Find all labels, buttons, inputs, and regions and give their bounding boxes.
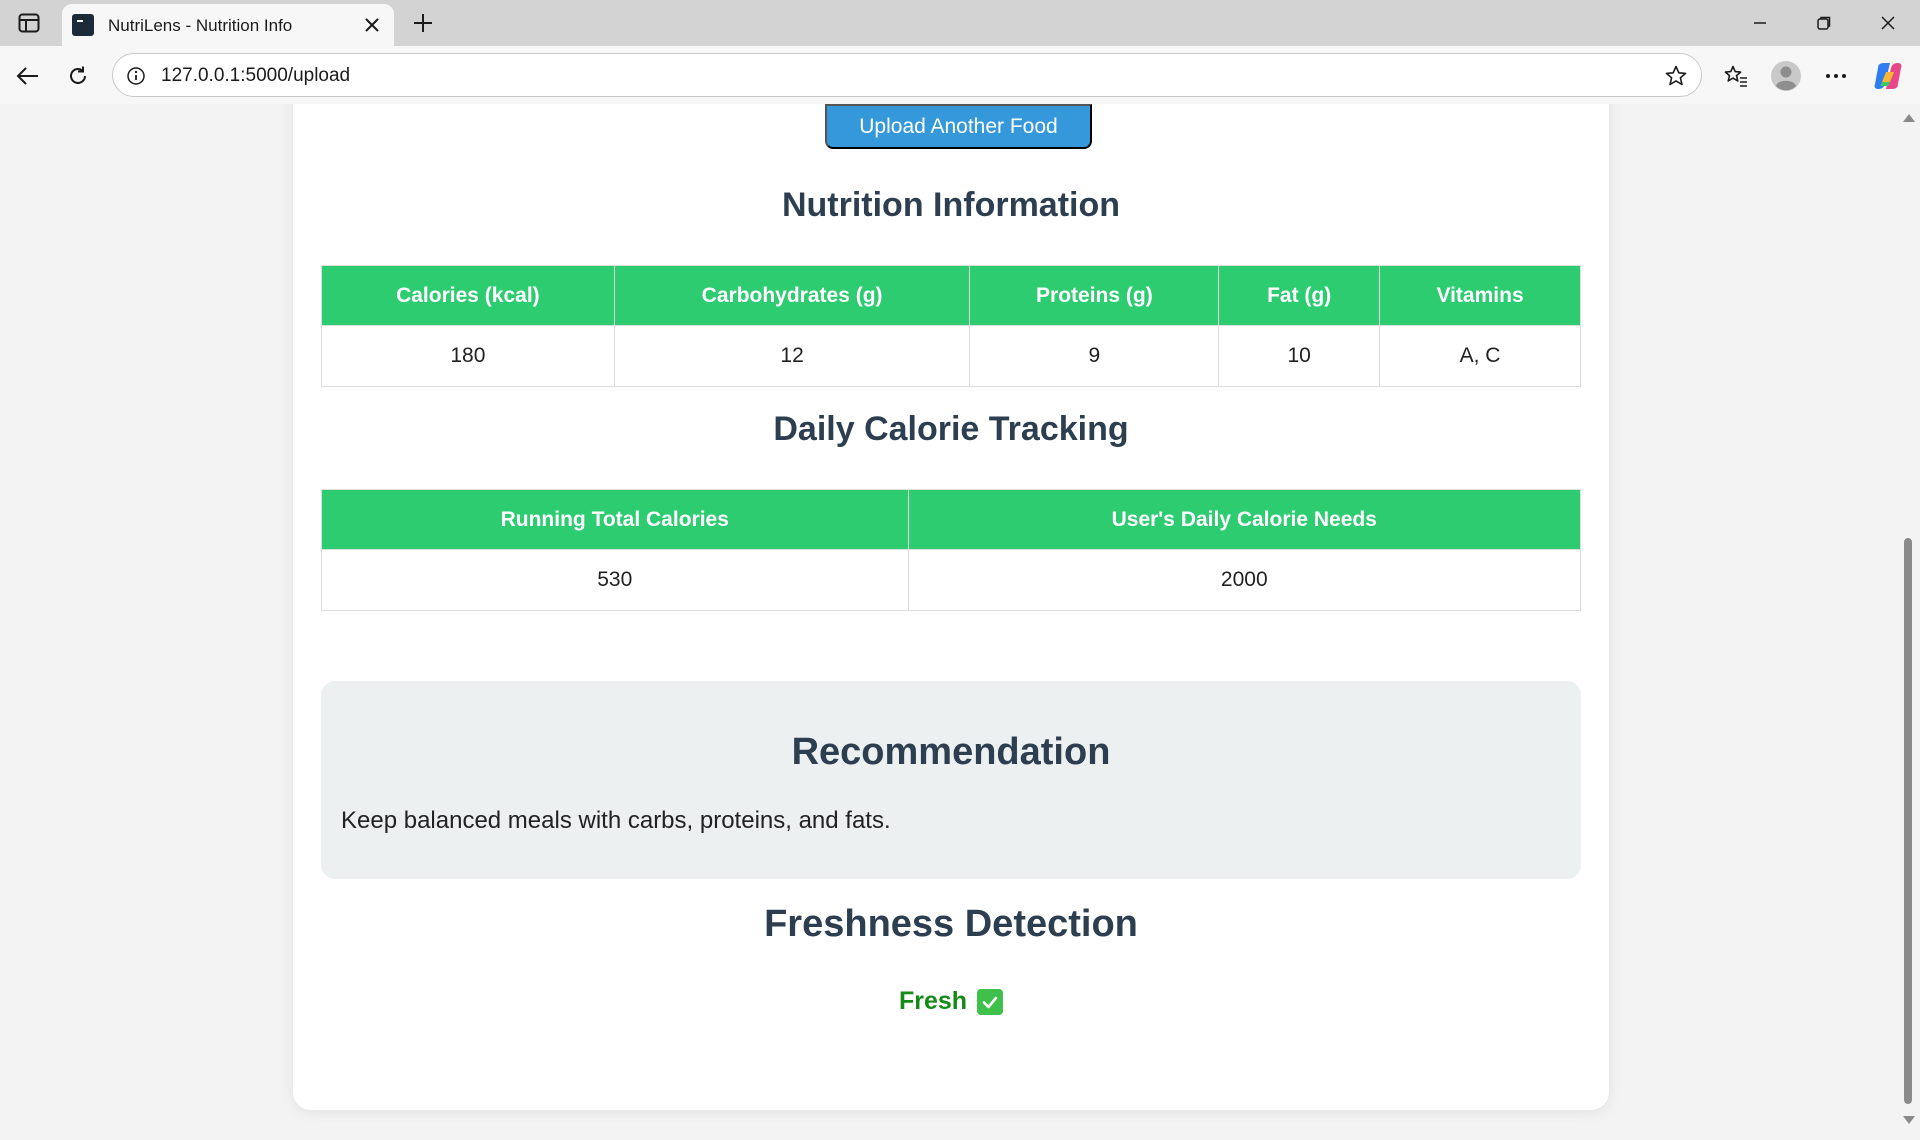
tab-title: NutriLens - Nutrition Info [108, 16, 293, 35]
checkmark-icon [977, 988, 1004, 1015]
info-icon[interactable] [125, 65, 147, 87]
tab-bar: NutriLens - Nutrition Info [0, 0, 1920, 46]
column-header: Carbohydrates (g) [613, 265, 971, 326]
scroll-thumb[interactable] [1904, 538, 1912, 1104]
freshness-status: Fresh [293, 987, 1609, 1016]
column-header: User's Daily Calorie Needs [907, 489, 1582, 550]
freshness-heading: Freshness Detection [764, 903, 1138, 945]
sidebar-toggle-icon[interactable] [14, 9, 44, 37]
table-row: 530 2000 [321, 549, 1582, 611]
table-header-row: Calories (kcal) Carbohydrates (g) Protei… [321, 265, 1581, 326]
nutrition-table: Calories (kcal) Carbohydrates (g) Protei… [321, 265, 1581, 387]
content-card: Upload Another Food Nutrition Informatio… [293, 104, 1609, 1110]
page-scrollbar[interactable] [1898, 104, 1918, 1134]
column-header: Vitamins [1379, 265, 1581, 326]
star-icon[interactable] [1663, 63, 1689, 89]
back-icon[interactable] [10, 58, 46, 94]
recommendation-heading: Recommendation [791, 731, 1111, 773]
browser-toolbar: 127.0.0.1:5000/upload [0, 46, 1920, 104]
close-icon[interactable] [1868, 6, 1908, 40]
proteins-value: 9 [969, 325, 1220, 387]
restore-icon[interactable] [1804, 6, 1844, 40]
fat-value: 10 [1218, 325, 1381, 387]
table-row: 180 12 9 10 A, C [321, 325, 1581, 387]
close-icon[interactable] [360, 13, 384, 37]
carbohydrates-value: 12 [613, 325, 971, 387]
reload-icon[interactable] [60, 58, 96, 94]
copilot-icon[interactable] [1870, 58, 1906, 94]
scroll-down-arrow[interactable] [1903, 1116, 1915, 1124]
more-icon[interactable] [1818, 58, 1854, 94]
calories-value: 180 [321, 325, 615, 387]
daily-calorie-heading: Daily Calorie Tracking [773, 410, 1129, 448]
column-header: Running Total Calories [321, 489, 909, 550]
freshness-label: Fresh [898, 987, 968, 1015]
column-header: Fat (g) [1218, 265, 1381, 326]
scroll-up-arrow[interactable] [1903, 114, 1915, 122]
daily-needs-value: 2000 [907, 549, 1582, 611]
favorites-icon[interactable] [1718, 58, 1754, 94]
running-total-value: 530 [321, 549, 909, 611]
terminal-favicon-icon [72, 14, 94, 36]
page-viewport: Upload Another Food Nutrition Informatio… [8, 104, 1898, 1134]
recommendation-box: Recommendation Keep balanced meals with … [321, 681, 1581, 879]
address-bar[interactable]: 127.0.0.1:5000/upload [112, 53, 1702, 97]
url-text[interactable]: 127.0.0.1:5000/upload [161, 65, 350, 87]
column-header: Calories (kcal) [321, 265, 615, 326]
daily-calorie-table: Running Total Calories User's Daily Calo… [321, 489, 1582, 611]
browser-tab[interactable]: NutriLens - Nutrition Info [62, 4, 394, 46]
upload-another-food-button[interactable]: Upload Another Food [825, 104, 1092, 149]
column-header: Proteins (g) [969, 265, 1220, 326]
nutrition-heading: Nutrition Information [781, 186, 1121, 224]
plus-icon[interactable] [408, 8, 438, 38]
recommendation-text: Keep balanced meals with carbs, proteins… [341, 807, 891, 834]
table-header-row: Running Total Calories User's Daily Calo… [321, 489, 1582, 550]
vitamins-value: A, C [1379, 325, 1581, 387]
profile-icon[interactable] [1768, 58, 1804, 94]
minimize-icon[interactable] [1740, 6, 1780, 40]
